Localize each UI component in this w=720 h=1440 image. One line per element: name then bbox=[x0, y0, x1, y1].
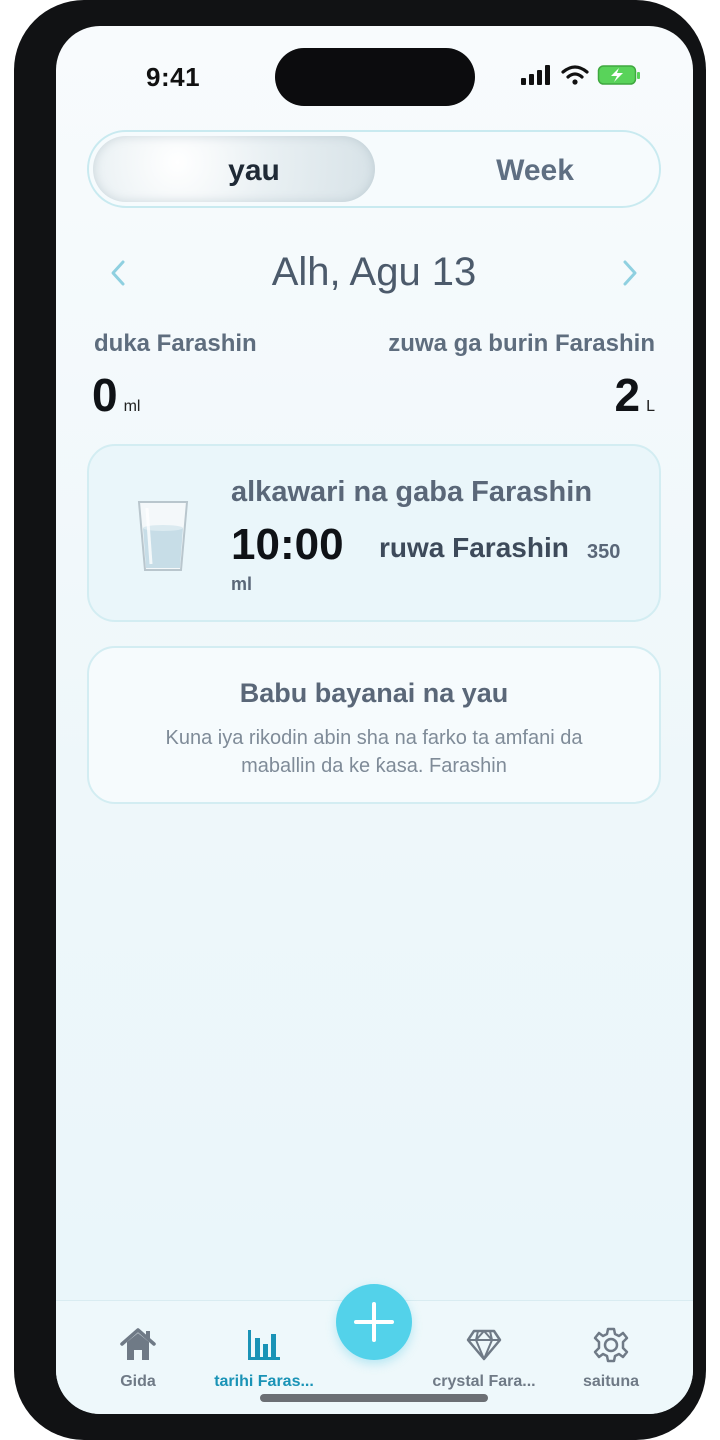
empty-state-message: Kuna iya rikodin abin sha na farko ta am… bbox=[165, 727, 583, 777]
consumed-number: 0 bbox=[92, 369, 118, 421]
tab-settings-label: saituna bbox=[582, 1373, 639, 1390]
goal-value: 2L bbox=[615, 368, 656, 422]
consumed-value: 0 ml bbox=[92, 368, 140, 422]
tab-history[interactable]: tarihi Faras... bbox=[194, 1325, 334, 1391]
goal-label: zuwa ga burin Farashin bbox=[388, 330, 655, 357]
reminder-amount: 350 bbox=[587, 541, 621, 563]
reminder-time: 10:00 bbox=[231, 520, 344, 569]
tab-settings[interactable]: saituna bbox=[541, 1325, 681, 1391]
empty-state-card: Babu bayanai na yau Kuna iya rikodin abi… bbox=[87, 646, 661, 804]
goal-number: 2 bbox=[614, 369, 641, 421]
goal-unit: L bbox=[646, 398, 655, 415]
status-time: 9:41 bbox=[146, 62, 201, 92]
home-icon bbox=[120, 1328, 156, 1360]
wifi-icon bbox=[561, 65, 589, 85]
empty-state-title: Babu bayanai na yau bbox=[239, 678, 509, 708]
next-reminder-card[interactable]: alkawari na gaba Farashin 10:00 ruwa Far… bbox=[87, 444, 661, 622]
reminder-title: alkawari na gaba Farashin bbox=[231, 476, 593, 508]
signal-icon bbox=[521, 65, 550, 85]
segment-week[interactable]: Week bbox=[465, 154, 605, 188]
bar-chart-icon bbox=[248, 1330, 280, 1360]
tab-crystal[interactable]: crystal Fara... bbox=[414, 1325, 554, 1391]
consumed-unit: ml bbox=[123, 398, 141, 415]
dynamic-island bbox=[275, 48, 475, 106]
tab-history-label: tarihi Faras... bbox=[214, 1373, 314, 1390]
battery-charging-icon bbox=[597, 65, 640, 85]
segment-day[interactable]: yau bbox=[199, 154, 309, 188]
water-glass-icon bbox=[137, 501, 189, 571]
diamond-icon bbox=[466, 1329, 502, 1361]
consumed-label: duka Farashin bbox=[94, 330, 257, 357]
tab-home[interactable]: Gida bbox=[68, 1325, 208, 1391]
reminder-amount-label: ruwa Farashin bbox=[379, 532, 569, 563]
gear-icon bbox=[593, 1327, 629, 1363]
phone-frame: 9:41 yau Week Alh, Agu 13 duka Farashin … bbox=[14, 0, 706, 1440]
home-indicator bbox=[260, 1394, 488, 1402]
chevron-right-icon[interactable] bbox=[617, 258, 641, 288]
date-navigator: Alh, Agu 13 bbox=[87, 244, 661, 304]
status-icons bbox=[521, 64, 641, 86]
reminder-amount-unit: ml bbox=[231, 574, 253, 594]
app-screen: 9:41 yau Week Alh, Agu 13 duka Farashin … bbox=[56, 26, 693, 1414]
period-segmented-control: yau Week bbox=[87, 130, 661, 208]
plus-icon bbox=[354, 1302, 394, 1342]
add-drink-button[interactable] bbox=[336, 1284, 412, 1360]
current-date: Alh, Agu 13 bbox=[271, 250, 477, 294]
tab-crystal-label: crystal Fara... bbox=[432, 1373, 536, 1390]
tab-home-label: Gida bbox=[120, 1373, 156, 1390]
